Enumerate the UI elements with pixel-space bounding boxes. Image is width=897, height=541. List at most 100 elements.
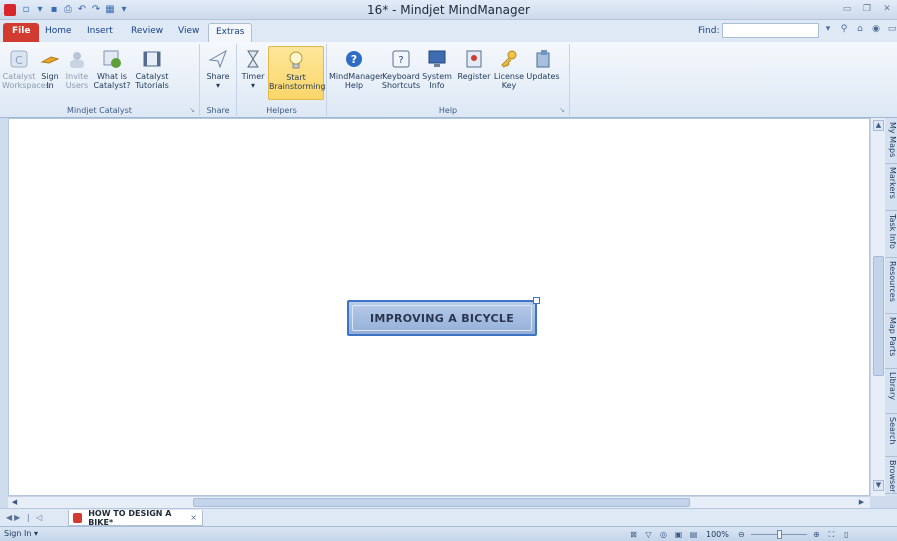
- side-tab-search[interactable]: Search: [885, 415, 897, 457]
- share-button[interactable]: Share ▾: [203, 46, 233, 100]
- tab-file[interactable]: File: [3, 23, 40, 42]
- tab-extras[interactable]: Extras: [208, 23, 253, 42]
- lightbulb-icon: [289, 51, 303, 69]
- group-label-helpers: Helpers: [266, 106, 297, 115]
- invite-users-button[interactable]: Invite Users: [64, 46, 90, 100]
- zoom-slider[interactable]: [750, 529, 807, 540]
- tab-view[interactable]: View: [171, 23, 206, 42]
- group-mindjet-catalyst: C Catalyst Workspaces Sign In Invite Use…: [0, 44, 200, 116]
- scroll-up-icon[interactable]: ▲: [873, 120, 884, 131]
- side-tab-resources[interactable]: Resources: [885, 259, 897, 314]
- window-title: 16* - Mindjet MindManager: [367, 3, 530, 17]
- zoom-out-icon[interactable]: ⊖: [736, 529, 747, 540]
- group-label-share: Share: [206, 106, 230, 115]
- keyboard-icon: ?: [392, 50, 410, 68]
- side-tab-task-info[interactable]: Task Info: [885, 212, 897, 258]
- side-tab-markers[interactable]: Markers: [885, 165, 897, 211]
- group-share: Share ▾ Share: [200, 44, 237, 116]
- tab-home[interactable]: Home: [38, 23, 79, 42]
- tutorials-icon: [143, 51, 161, 67]
- help-circle-icon[interactable]: ◉: [871, 24, 881, 34]
- find-label: Find:: [698, 26, 720, 36]
- catalyst-workspaces-button[interactable]: C Catalyst Workspaces: [2, 46, 50, 100]
- svg-text:C: C: [15, 54, 23, 67]
- map-file-icon: [73, 512, 83, 523]
- group-help: ? MindManager Help ? Keyboard Shortcuts …: [327, 44, 570, 116]
- register-button[interactable]: Register: [456, 46, 492, 100]
- home-icon[interactable]: ⌂: [855, 24, 865, 34]
- tab-review[interactable]: Review: [124, 23, 170, 42]
- fit-map-icon[interactable]: ⛶: [826, 529, 837, 540]
- focus-icon[interactable]: ◎: [658, 529, 669, 540]
- zoom-slider-knob[interactable]: [776, 530, 782, 539]
- system-info-button[interactable]: System Info: [422, 46, 452, 100]
- svg-text:?: ?: [351, 53, 357, 66]
- zoom-in-icon[interactable]: ⊕: [811, 529, 822, 540]
- dialog-launcher-icon[interactable]: ↘: [189, 106, 195, 114]
- vertical-scroll-thumb[interactable]: [873, 256, 884, 376]
- scroll-left-icon[interactable]: ◀: [9, 497, 20, 508]
- side-tab-my-maps[interactable]: My Maps: [885, 120, 897, 164]
- help-icon: ?: [346, 51, 362, 67]
- group-helpers: Timer ▾ Start Brainstorming Helpers: [237, 44, 327, 116]
- timer-icon: [247, 50, 259, 68]
- svg-text:?: ?: [398, 55, 403, 66]
- updates-button[interactable]: Updates: [526, 46, 560, 100]
- license-key-button[interactable]: License Key: [493, 46, 525, 100]
- title-bar: ▫ ▾ ▪ ⎙ ↶ ↷ ▦ ▾ 16* - Mindjet MindManage…: [0, 0, 897, 20]
- vertical-scrollbar[interactable]: ▲ ▼: [870, 118, 885, 496]
- layout-toggle-icon[interactable]: ▯: [841, 529, 852, 540]
- updates-icon: [536, 50, 550, 68]
- mindmanager-help-button[interactable]: ? MindManager Help: [329, 46, 383, 100]
- side-tab-browser[interactable]: Browser: [885, 458, 897, 494]
- what-is-catalyst-button[interactable]: What is Catalyst?: [92, 46, 132, 100]
- share-icon: [208, 49, 227, 69]
- binoculars-icon[interactable]: ⚲: [839, 24, 849, 34]
- group-label-help: Help: [438, 106, 458, 115]
- sign-in-status[interactable]: Sign In ▾: [4, 529, 38, 538]
- timer-button[interactable]: Timer ▾: [240, 46, 266, 100]
- start-brainstorming-button[interactable]: Start Brainstorming: [268, 46, 325, 100]
- close-icon[interactable]: ✕: [881, 3, 893, 15]
- map-canvas[interactable]: IMPROVING A BICYCLE: [8, 118, 870, 496]
- topic-resize-handle[interactable]: [533, 297, 540, 304]
- invite-users-icon: [70, 52, 84, 68]
- minimize-ribbon-icon[interactable]: ▭: [887, 24, 897, 34]
- key-icon: [501, 50, 517, 68]
- task-pane-tabs: My Maps Markers Task Info Resources Map …: [885, 118, 897, 496]
- tab-insert[interactable]: Insert: [80, 23, 120, 42]
- central-topic-label: IMPROVING A BICYCLE: [369, 311, 515, 325]
- document-nav-arrows[interactable]: ◀▶ | ◁: [6, 513, 44, 522]
- window-controls: ▭ ❐ ✕: [841, 3, 893, 15]
- dropdown-icon[interactable]: ▾: [823, 24, 833, 34]
- ribbon-tab-row: File Home Insert Review View Extras Find…: [0, 20, 897, 42]
- horizontal-scroll-thumb[interactable]: [193, 498, 690, 507]
- view-map-icon[interactable]: ▣: [673, 529, 684, 540]
- ribbon: C Catalyst Workspaces Sign In Invite Use…: [0, 42, 897, 118]
- view-outline-icon[interactable]: ▤: [688, 529, 699, 540]
- keyboard-shortcuts-button[interactable]: ? Keyboard Shortcuts: [381, 46, 421, 100]
- filter-icon[interactable]: ⊠: [628, 529, 639, 540]
- status-bar: Sign In ▾ ⊠ ▽ ◎ ▣ ▤ 100% ⊖ ⊕ ⛶ ▯: [0, 526, 897, 541]
- close-tab-icon[interactable]: ×: [190, 513, 197, 522]
- catalyst-tutorials-button[interactable]: Catalyst Tutorials: [134, 46, 170, 100]
- document-tab[interactable]: HOW TO DESIGN A BIKE* ×: [68, 509, 203, 527]
- find-input[interactable]: [722, 23, 819, 38]
- restore-icon[interactable]: ❐: [861, 3, 873, 15]
- find-tools: ▾ ⚲ ⌂ ◉ ▭ ❐ ✕: [823, 24, 897, 34]
- side-tab-library[interactable]: Library: [885, 370, 897, 414]
- document-tab-bar: ◀▶ | ◁ HOW TO DESIGN A BIKE* ×: [0, 508, 897, 527]
- central-topic[interactable]: IMPROVING A BICYCLE: [347, 297, 540, 336]
- minimize-icon[interactable]: ▭: [841, 3, 853, 15]
- catalyst-icon: C: [10, 50, 28, 68]
- scroll-down-icon[interactable]: ▼: [873, 480, 884, 491]
- horizontal-scrollbar[interactable]: ◀ ▶: [8, 496, 870, 508]
- zoom-level: 100%: [706, 530, 729, 539]
- side-tab-map-parts[interactable]: Map Parts: [885, 315, 897, 369]
- scroll-right-icon[interactable]: ▶: [856, 497, 867, 508]
- funnel-icon[interactable]: ▽: [643, 529, 654, 540]
- dialog-launcher-icon[interactable]: ↘: [559, 106, 565, 114]
- status-tools: ⊠ ▽ ◎ ▣ ▤ 100% ⊖ ⊕ ⛶ ▯: [628, 528, 852, 541]
- sign-in-button[interactable]: Sign In: [38, 46, 62, 100]
- group-label-mindjet-catalyst: Mindjet Catalyst: [67, 106, 132, 115]
